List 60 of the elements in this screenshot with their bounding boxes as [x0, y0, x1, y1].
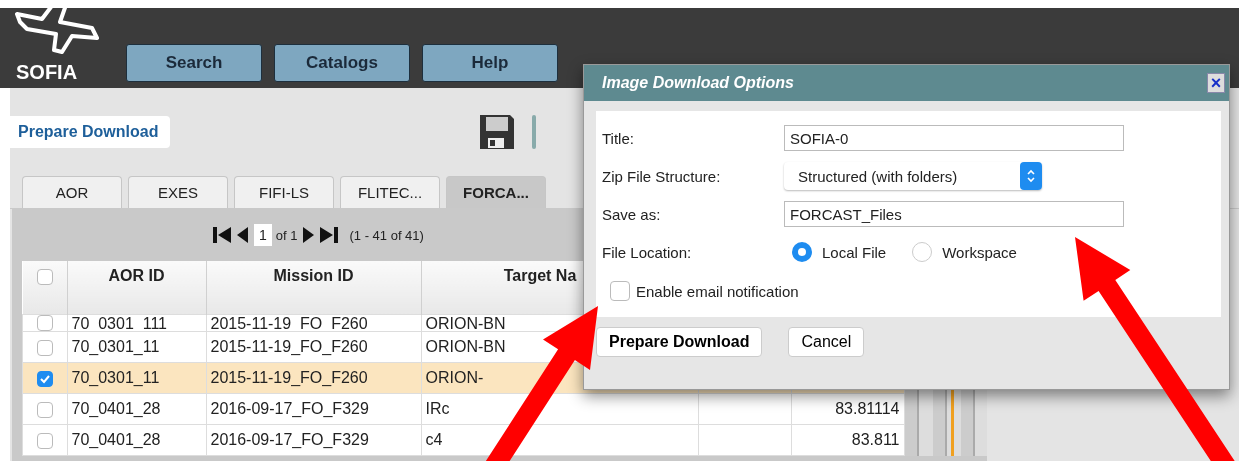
table-cell: 83.81114 — [835, 400, 900, 417]
table-cell: 2016-09-17_FO_F329 — [210, 431, 369, 448]
close-button[interactable]: × — [1207, 73, 1225, 93]
radio-button[interactable] — [792, 242, 812, 262]
table-cell: ORION-BN — [425, 338, 506, 355]
last-page-icon[interactable] — [319, 226, 340, 244]
radio-label[interactable]: Local File — [822, 243, 887, 261]
record-range: (1 - 41 of 41) — [349, 227, 424, 243]
email-checkbox[interactable] — [610, 281, 630, 301]
previous-page-icon[interactable] — [236, 226, 250, 244]
logo-text: SOFIA — [16, 61, 78, 84]
field-label: Title: — [602, 129, 635, 147]
select-all-checkbox[interactable] — [36, 268, 53, 285]
first-page-icon[interactable] — [212, 226, 232, 244]
table-cell: c4 — [425, 431, 443, 448]
column-header[interactable]: Mission ID — [206, 261, 421, 315]
table-cell: 70_0401_28 — [71, 431, 161, 448]
page-number-field[interactable]: 1 — [254, 224, 272, 246]
text-field[interactable]: SOFIA-0 — [784, 125, 1124, 151]
nav-button[interactable]: Catalogs — [274, 44, 410, 82]
table-cell: ORION-BN — [425, 315, 506, 331]
row-checkbox[interactable] — [36, 370, 53, 387]
select-dropdown[interactable]: Structured (with folders) — [784, 162, 1042, 190]
table-cell: 70_0301_111 — [71, 315, 167, 331]
table-cell: 2015-11-19_FO_F260 — [210, 338, 368, 355]
tab[interactable]: FORCA... — [446, 176, 546, 208]
dialog-button[interactable]: Cancel — [788, 327, 865, 357]
save-icon[interactable] — [478, 113, 517, 151]
column-header[interactable]: AOR ID — [67, 261, 206, 315]
prepare-download-button[interactable]: Prepare Download — [10, 116, 171, 148]
table-cell: 2015-11-19_FO_F260 — [210, 315, 368, 331]
row-checkbox[interactable] — [36, 432, 53, 449]
tab[interactable]: FLITEC... — [340, 176, 440, 208]
dialog-title: Image Download Options — [602, 74, 794, 92]
field-label: Zip File Structure: — [602, 167, 722, 185]
radio-button[interactable] — [912, 242, 933, 262]
tab[interactable]: AOR — [22, 176, 122, 208]
table-cell: 2015-11-19_FO_F260 — [210, 369, 368, 386]
row-checkbox[interactable] — [36, 401, 53, 418]
table-cell: 2016-09-17_FO_F329 — [210, 400, 369, 417]
page-count: of 1 — [275, 227, 298, 243]
text-field[interactable]: FORCAST_Files — [784, 201, 1124, 227]
table-cell: ORION- — [425, 369, 484, 386]
table-cell: 70_0301_11 — [71, 369, 160, 386]
tab[interactable]: EXES — [128, 176, 228, 208]
field-label: File Location: — [602, 243, 693, 261]
row-checkbox[interactable] — [36, 339, 53, 356]
nav-button[interactable]: Search — [126, 44, 262, 82]
table-cell: IRc — [425, 400, 450, 417]
next-page-icon[interactable] — [301, 226, 316, 244]
nav-button[interactable]: Help — [422, 44, 558, 82]
table-cell: 70_0301_11 — [71, 338, 160, 355]
dialog-button[interactable]: Prepare Download — [596, 327, 763, 357]
radio-label[interactable]: Workspace — [942, 243, 1017, 261]
table-cell: 83.811 — [851, 431, 900, 448]
field-label: Save as: — [602, 205, 662, 223]
stepper-icon[interactable] — [1020, 162, 1042, 190]
tab[interactable]: FIFI-LS — [234, 176, 334, 208]
table-cell: 70_0401_28 — [71, 400, 161, 417]
row-checkbox[interactable] — [36, 315, 53, 331]
